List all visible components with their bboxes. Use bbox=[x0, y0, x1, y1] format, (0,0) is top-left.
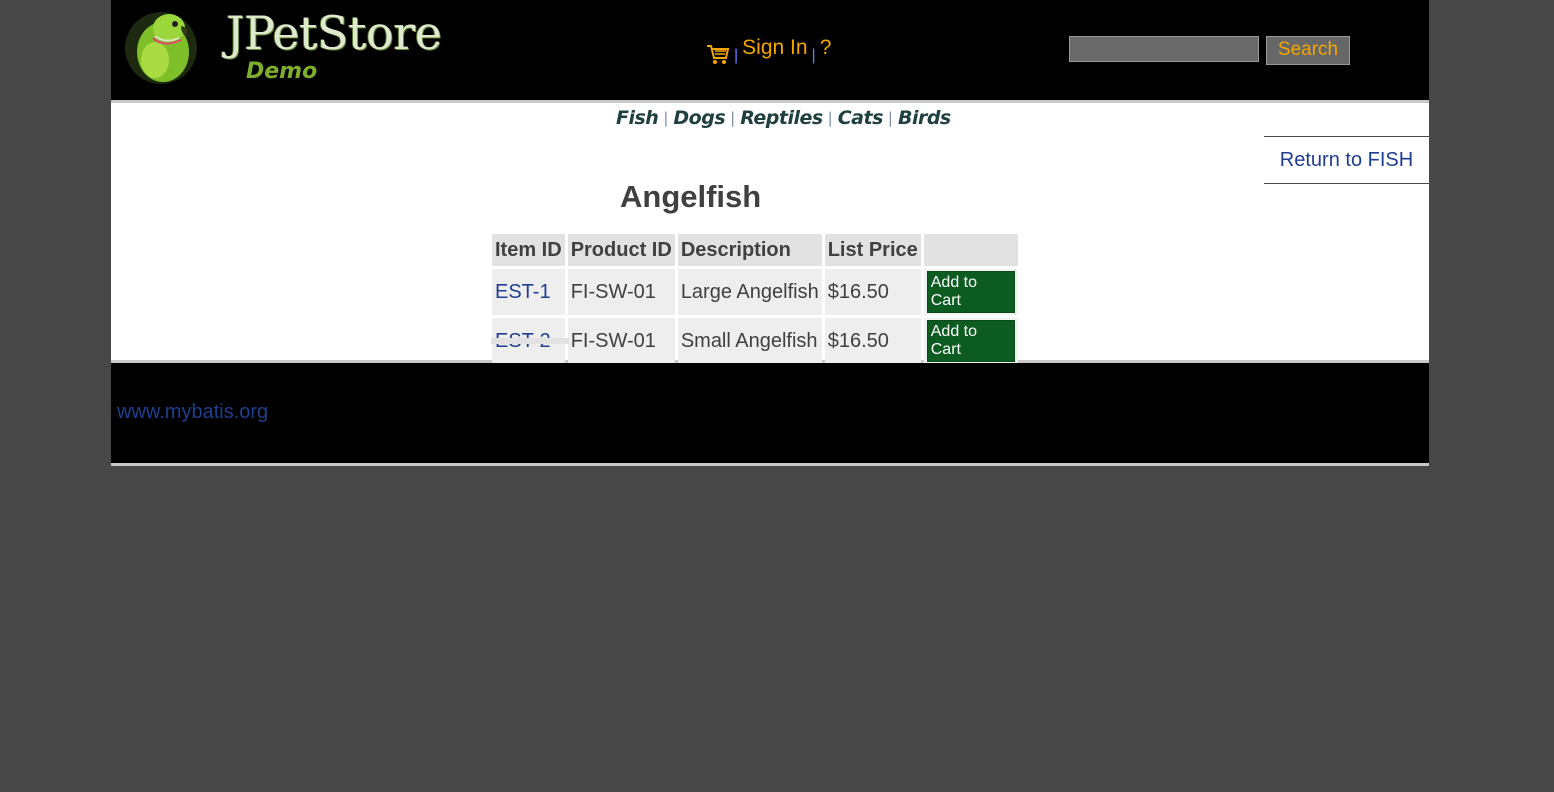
column-header-description: Description bbox=[677, 234, 822, 266]
mybatis-link[interactable]: www.mybatis.org bbox=[117, 401, 268, 424]
column-header-action bbox=[923, 234, 1018, 266]
add-to-cart-button[interactable]: Add to Cart bbox=[926, 320, 1015, 362]
header: JPetStore Demo | Sign In | ? Search bbox=[111, 0, 1429, 100]
page-title: Angelfish bbox=[620, 179, 762, 214]
quicklink-cats[interactable]: Cats bbox=[838, 107, 884, 129]
shopping-cart-icon[interactable] bbox=[706, 43, 730, 65]
description-cell: Small Angelfish bbox=[677, 318, 822, 364]
quicklink-reptiles[interactable]: Reptiles bbox=[740, 107, 823, 129]
item-id-cell: EST-1 bbox=[492, 269, 565, 315]
menu: | Sign In | ? bbox=[706, 36, 832, 64]
footer: www.mybatis.org bbox=[111, 363, 1429, 466]
sign-in-link[interactable]: Sign In bbox=[742, 36, 807, 60]
table-row: EST-2 FI-SW-01 Small Angelfish $16.50 Ad… bbox=[492, 318, 1018, 364]
description-cell: Large Angelfish bbox=[677, 269, 822, 315]
table-row: EST-1 FI-SW-01 Large Angelfish $16.50 Ad… bbox=[492, 269, 1018, 315]
quicklink-separator: | bbox=[887, 109, 893, 127]
column-header-product-id: Product ID bbox=[567, 234, 675, 266]
column-header-item-id: Item ID bbox=[492, 234, 565, 266]
column-header-list-price: List Price bbox=[824, 234, 921, 266]
search-button[interactable]: Search bbox=[1266, 36, 1350, 65]
logo-subtitle: Demo bbox=[246, 59, 318, 84]
page-wrapper: JPetStore Demo | Sign In | ? Search Fish… bbox=[111, 0, 1429, 466]
quicklink-separator: | bbox=[827, 109, 833, 127]
help-link[interactable]: ? bbox=[820, 36, 832, 60]
search-input[interactable] bbox=[1069, 36, 1259, 62]
logo[interactable]: JPetStore Demo bbox=[125, 4, 445, 90]
quick-links: Fish | Dogs | Reptiles | Cats | Birds bbox=[616, 107, 951, 129]
menu-separator: | bbox=[811, 47, 816, 64]
quicklink-dogs[interactable]: Dogs bbox=[673, 107, 725, 129]
price-cell: $16.50 bbox=[824, 318, 921, 364]
return-to-category-link[interactable]: Return to FISH bbox=[1264, 136, 1429, 184]
content: Fish | Dogs | Reptiles | Cats | Birds Re… bbox=[111, 100, 1429, 364]
action-cell: Add to Cart bbox=[923, 269, 1018, 315]
add-to-cart-button[interactable]: Add to Cart bbox=[926, 271, 1015, 313]
empty-table-row bbox=[491, 338, 569, 344]
quicklink-fish[interactable]: Fish bbox=[616, 107, 659, 129]
action-cell: Add to Cart bbox=[923, 318, 1018, 364]
quicklink-birds[interactable]: Birds bbox=[898, 107, 951, 129]
product-id-cell: FI-SW-01 bbox=[567, 269, 675, 315]
items-table: Item ID Product ID Description List Pric… bbox=[489, 231, 1021, 367]
parrot-logo-icon bbox=[125, 12, 197, 84]
logo-title: JPetStore bbox=[226, 6, 442, 60]
price-cell: $16.50 bbox=[824, 269, 921, 315]
quicklink-separator: | bbox=[730, 109, 736, 127]
menu-separator: | bbox=[734, 47, 739, 64]
quicklink-separator: | bbox=[663, 109, 669, 127]
table-header-row: Item ID Product ID Description List Pric… bbox=[492, 234, 1018, 266]
product-id-cell: FI-SW-01 bbox=[567, 318, 675, 364]
item-id-link[interactable]: EST-1 bbox=[495, 281, 551, 303]
